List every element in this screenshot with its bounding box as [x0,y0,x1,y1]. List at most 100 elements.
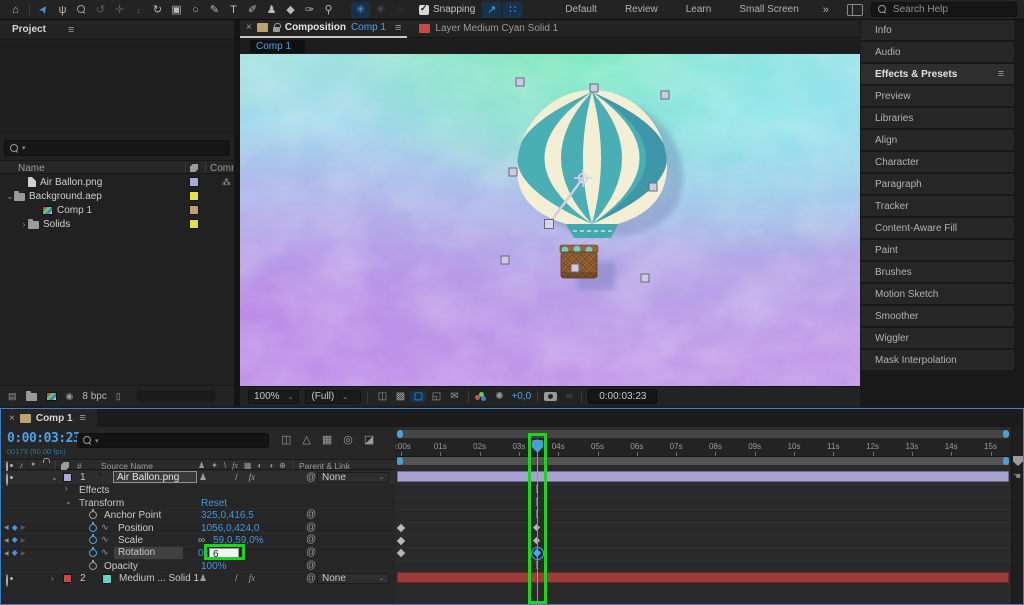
panel-tab-align[interactable]: Align [861,130,1014,150]
selection-tool[interactable]: ➤ [34,1,53,19]
project-panel-title[interactable]: Project [12,24,46,35]
layer-label-color[interactable] [63,573,72,583]
layer-name-field[interactable]: Air Ballon.png [113,471,197,483]
scale-row[interactable]: ◀ ◆ ▶ ∿ Scale ∞ 59,0,59,0% @ [1,534,395,547]
position-row[interactable]: ◀ ◆ ▶ ∿ Position 1056,0,424,0 @ [1,521,395,535]
property-name[interactable]: Position [118,523,154,534]
new-folder-icon[interactable] [25,391,37,401]
frame-blend-icon[interactable]: ▦ [322,433,332,446]
column-name[interactable]: Name [18,163,45,174]
reset-link[interactable]: Reset [201,498,227,509]
type-tool[interactable]: T [224,1,243,19]
pen-tool[interactable]: ✎ [205,1,224,19]
timeline-pan-scrollbar[interactable] [397,430,1009,438]
panel-menu-icon[interactable]: ≡ [998,68,1004,80]
expand-group-icon[interactable]: › [65,484,68,493]
bit-depth-label[interactable]: 8 bpc [82,391,106,402]
stopwatch-icon[interactable] [89,559,97,570]
fx-badge[interactable]: fx [249,573,256,584]
fx-badge[interactable]: fx [249,472,256,483]
timeline-menu-icon[interactable]: ≡ [80,412,86,424]
layer-number-column[interactable]: # [77,461,82,471]
hand-tool[interactable]: ψ [53,1,72,19]
orbit-camera-tool[interactable]: ↺ [91,1,110,19]
lock-icon[interactable] [272,22,281,32]
work-area-bar[interactable] [397,457,1009,465]
quality-switch[interactable]: / [235,573,238,584]
workspace-default[interactable]: Default [551,0,611,20]
switch-column-icon[interactable]: ▦ [244,461,252,470]
panel-tab-brushes[interactable]: Brushes [861,262,1014,282]
property-group-name[interactable]: Transform [79,498,124,509]
eraser-tool[interactable]: ◆ [281,1,300,19]
label-color-chip[interactable] [189,205,199,215]
label-column-tag-icon[interactable] [190,164,198,172]
comp-button-icon[interactable]: ☚ [1013,471,1021,482]
keyframe-position-0[interactable] [396,523,406,533]
composition-canvas[interactable] [240,54,860,386]
manage-workspaces-icon[interactable] [846,3,863,16]
roto-brush-tool[interactable]: ✑ [300,1,319,19]
twirl-icon[interactable]: › [20,220,28,229]
draft-3d-icon[interactable]: △ [302,433,310,446]
workspace-review[interactable]: Review [611,0,672,20]
viewer-timecode[interactable]: 0:00:03:23 [588,389,658,404]
collapse-group-icon[interactable]: ⌄ [65,497,72,506]
property-group-name[interactable]: Effects [79,485,109,496]
switch-column-icon[interactable]: fx [232,461,238,470]
layer1-duration-bar[interactable] [397,471,1009,482]
keyframe-rotation-0[interactable] [396,548,406,558]
parent-select[interactable]: None ⌄ [317,573,389,585]
parent-pickwhip-icon[interactable]: @ [306,573,316,584]
property-name[interactable]: Scale [118,535,143,546]
close-tab-icon[interactable]: × [9,413,15,424]
panel-tab-mask-interpolation[interactable]: Mask Interpolation [861,350,1014,370]
pan-camera-tool[interactable]: ✛ [110,1,129,19]
close-tab-icon[interactable]: × [246,22,252,33]
trash-icon[interactable]: ▯ [116,391,121,402]
parent-link-column[interactable]: Parent & Link [299,461,350,471]
comp-marker-icon[interactable] [1013,456,1023,466]
switch-column-icon[interactable]: ◑ [268,461,273,470]
current-timecode[interactable]: 0:00:03:23 [7,431,81,446]
panel-tab-info[interactable]: Info [861,20,1014,40]
label-color-chip[interactable] [189,219,199,229]
shy-switch[interactable]: ♟ [199,573,207,584]
lasso-tool[interactable]: ◌ [390,1,409,19]
switch-column-icon[interactable]: ◐ [257,461,262,470]
clone-stamp-tool[interactable]: ♟ [262,1,281,19]
home-tool[interactable]: ⌂ [6,1,25,19]
resolution-select[interactable]: (Full) ⌄ [305,389,362,404]
panel-tab-wiggler[interactable]: Wiggler [861,328,1014,348]
source-name-column[interactable]: Source Name [101,461,153,471]
property-name[interactable]: Opacity [104,561,138,572]
panel-tab-paint[interactable]: Paint [861,240,1014,260]
solo-column-icon[interactable]: ● [31,461,35,468]
timeline-track-area[interactable]: 0:00s 01s 02s 03s 04s 05s 06s 07s 08s 09s 10s 11s 12… [395,427,1011,604]
project-panel-menu-icon[interactable]: ≡ [68,24,74,36]
property-value[interactable]: 325,0,416,5 [201,510,254,521]
property-pickwhip-icon[interactable]: @ [306,560,316,571]
panel-tab-effects-presets[interactable]: Effects & Presets ≡ [861,64,1014,84]
keyframe-navigator[interactable]: ◀ ◆ ▶ [4,523,25,532]
shy-switch[interactable]: ♟ [199,472,207,483]
project-item-comp[interactable]: Comp 1 [0,203,234,217]
stopwatch-icon-active[interactable] [89,547,97,557]
shape-tool[interactable]: ○ [186,1,205,19]
panel-tab-paragraph[interactable]: Paragraph [861,174,1014,194]
stopwatch-icon-active[interactable] [89,521,97,532]
rotation-row[interactable]: ◀ ◆ ▶ ∿ Rotation 0x 6 @ [1,547,395,560]
panel-tab-content-aware-fill[interactable]: Content-Aware Fill [861,218,1014,238]
exposure-value[interactable]: +0,0 [511,391,531,402]
brush-tool[interactable]: ✐ [243,1,262,19]
comp-flowchart-icon[interactable]: ◫ [281,433,291,446]
mask-visibility-icon[interactable]: ▢ [410,391,427,402]
workspace-learn[interactable]: Learn [672,0,726,20]
time-ruler[interactable]: 0:00s 01s 02s 03s 04s 05s 06s 07s 08s 09s 10s 11s 12… [395,439,1011,457]
layer-name[interactable]: Medium ... Solid 1 [119,573,199,584]
property-value[interactable]: 100% [201,561,227,572]
property-name[interactable]: Anchor Point [104,510,161,521]
channel-color-icon[interactable] [475,391,487,402]
transform-group-row[interactable]: ⌄ Transform Reset [1,497,395,510]
region-of-interest-icon[interactable]: ◱ [428,391,444,402]
